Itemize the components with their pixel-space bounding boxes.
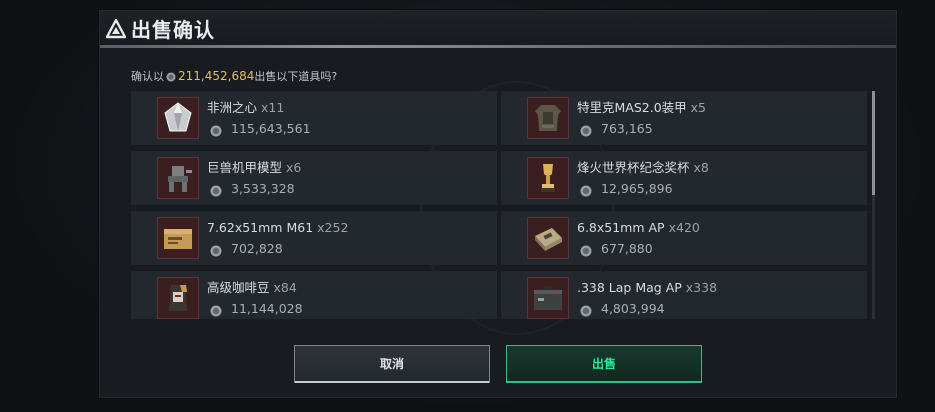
coin-icon: [166, 71, 176, 87]
item-name: .338 Lap Mag AP x338: [577, 280, 718, 295]
coin-icon: [580, 122, 592, 141]
item-name: 烽火世界杯纪念奖杯 x8: [577, 160, 709, 175]
prompt-prefix: 确认以: [131, 70, 164, 83]
item-name: 6.8x51mm AP x420: [577, 220, 700, 235]
ammo-box-icon: [157, 217, 199, 259]
item-card: 高级咖啡豆 x84 11,144,028: [131, 271, 497, 319]
coin-icon: [210, 242, 222, 261]
item-card: 7.62x51mm M61 x252 702,828: [131, 211, 497, 265]
coin-icon: [580, 242, 592, 261]
coin-icon: [210, 122, 222, 141]
item-price: 11,144,028: [231, 301, 303, 316]
list-scrollbar[interactable]: [872, 91, 875, 319]
sell-button[interactable]: 出售: [506, 345, 702, 383]
title-accent-line: [100, 45, 896, 48]
item-price: 702,828: [231, 241, 283, 256]
item-card: 非洲之心 x11 115,643,561: [131, 91, 497, 145]
item-name: 巨兽机甲模型 x6: [207, 160, 302, 175]
item-card: 烽火世界杯纪念奖杯 x8 12,965,896: [501, 151, 867, 205]
dialog-title: 出售确认: [131, 18, 215, 42]
item-name: 7.62x51mm M61 x252: [207, 220, 349, 235]
ammo-can-icon: [527, 277, 569, 319]
mech-model-icon: [157, 157, 199, 199]
coffee-bag-icon: [157, 277, 199, 319]
item-price: 3,533,328: [231, 181, 295, 196]
sell-confirm-dialog: 出售确认 确认以 211,452,684出售以下道具吗? 非洲之心 x11 115…: [99, 10, 897, 398]
item-name: 非洲之心 x11: [207, 100, 285, 115]
item-price: 12,965,896: [601, 181, 673, 196]
trophy-icon: [527, 157, 569, 199]
dialog-titlebar: 出售确认: [100, 11, 896, 49]
item-price: 115,643,561: [231, 121, 311, 136]
item-list[interactable]: 非洲之心 x11 115,643,561 特里克MAS2.0装甲 x5 763,…: [131, 91, 876, 319]
item-price: 4,803,994: [601, 301, 665, 316]
ammo-pack-icon: [527, 217, 569, 259]
total-amount: 211,452,684: [178, 69, 255, 83]
scrollbar-thumb[interactable]: [872, 91, 875, 195]
item-price: 763,165: [601, 121, 653, 136]
item-card: 6.8x51mm AP x420 677,880: [501, 211, 867, 265]
armor-icon: [527, 97, 569, 139]
item-card: 特里克MAS2.0装甲 x5 763,165: [501, 91, 867, 145]
item-price: 677,880: [601, 241, 653, 256]
prompt-suffix: 出售以下道具吗?: [254, 70, 338, 83]
cancel-button[interactable]: 取消: [294, 345, 490, 383]
coin-icon: [210, 182, 222, 201]
item-name: 特里克MAS2.0装甲 x5: [577, 100, 706, 115]
coin-icon: [210, 302, 222, 319]
coin-icon: [580, 302, 592, 319]
coin-icon: [580, 182, 592, 201]
warning-icon: [105, 18, 127, 39]
item-card: .338 Lap Mag AP x338 4,803,994: [501, 271, 867, 319]
item-name: 高级咖啡豆 x84: [207, 280, 297, 295]
diamond-icon: [157, 97, 199, 139]
item-card: 巨兽机甲模型 x6 3,533,328: [131, 151, 497, 205]
confirm-prompt: 确认以 211,452,684出售以下道具吗?: [131, 68, 337, 87]
